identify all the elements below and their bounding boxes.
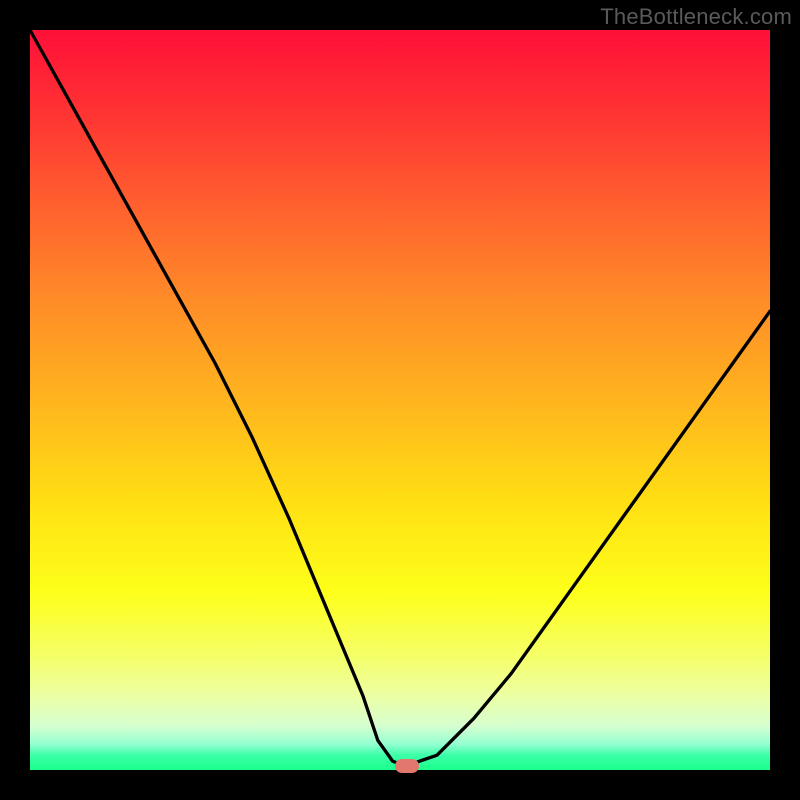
bottleneck-curve: [30, 30, 770, 764]
watermark-text: TheBottleneck.com: [600, 4, 792, 30]
plot-area: [30, 30, 770, 770]
curve-svg: [30, 30, 770, 770]
optimum-marker: [395, 759, 419, 773]
chart-frame: TheBottleneck.com: [0, 0, 800, 800]
